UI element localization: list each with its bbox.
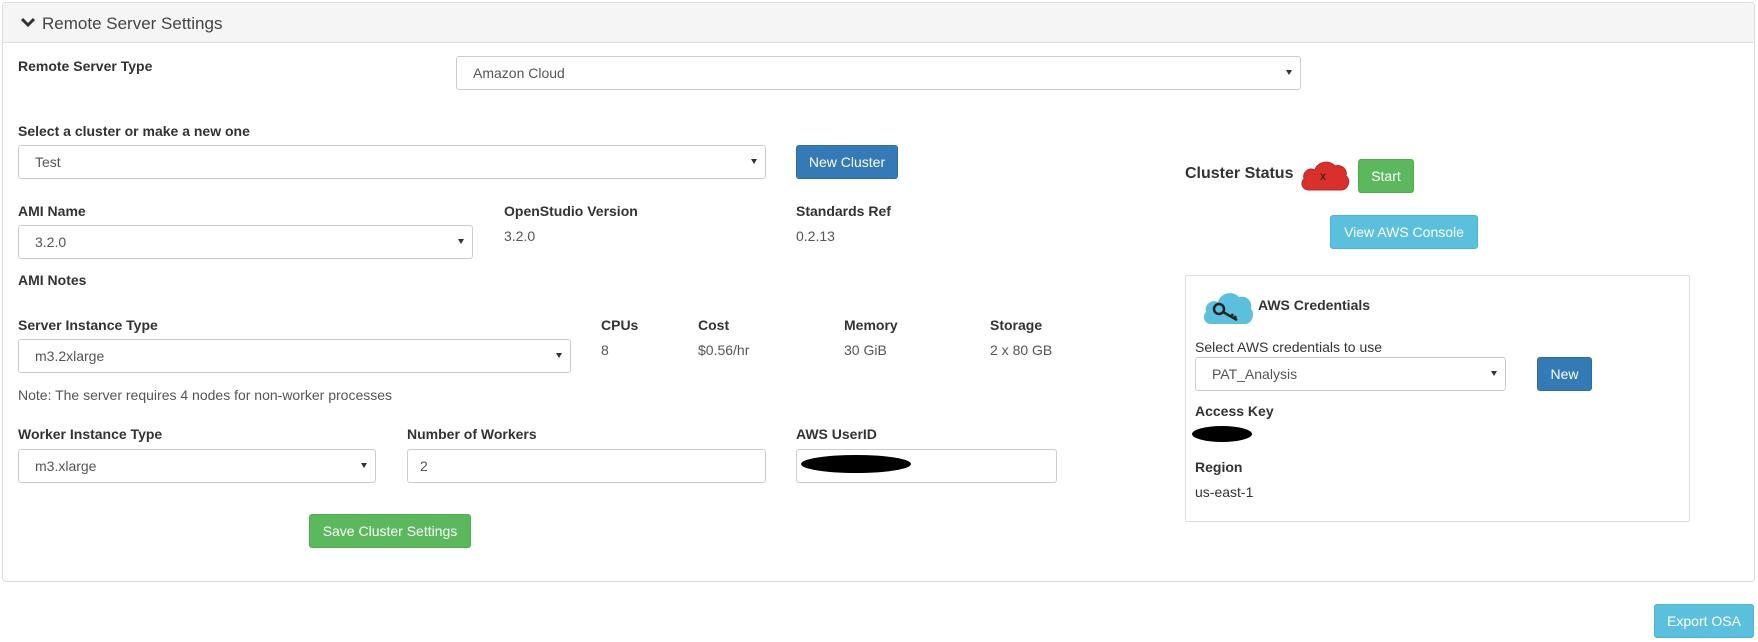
ami-notes-label: AMI Notes bbox=[18, 272, 87, 288]
number-of-workers-input[interactable]: 2 bbox=[407, 449, 766, 483]
server-note: Note: The server requires 4 nodes for no… bbox=[18, 387, 393, 403]
worker-instance-type-select[interactable]: m3.xlarge bbox=[18, 449, 376, 483]
region-value: us-east-1 bbox=[1195, 484, 1254, 500]
storage-label: Storage bbox=[990, 317, 1043, 333]
aws-credentials-select[interactable]: PAT_Analysis bbox=[1195, 357, 1506, 391]
view-aws-console-button[interactable]: View AWS Console bbox=[1330, 215, 1478, 249]
start-button[interactable]: Start bbox=[1358, 159, 1414, 193]
number-of-workers-label: Number of Workers bbox=[407, 426, 537, 442]
ami-name-label: AMI Name bbox=[18, 203, 86, 219]
standards-ref-value: 0.2.13 bbox=[796, 228, 835, 244]
chevron-down-icon bbox=[21, 17, 35, 28]
region-label: Region bbox=[1195, 459, 1243, 475]
server-instance-type-value: m3.2xlarge bbox=[35, 348, 105, 364]
cluster-select-label: Select a cluster or make a new one bbox=[18, 123, 250, 139]
status-icon-text: x bbox=[1320, 169, 1326, 183]
caret-down-icon bbox=[361, 463, 367, 468]
ami-name-value: 3.2.0 bbox=[35, 234, 67, 250]
openstudio-version-label: OpenStudio Version bbox=[504, 203, 638, 219]
storage-value: 2 x 80 GB bbox=[990, 342, 1053, 358]
remote-server-type-select[interactable]: Amazon Cloud bbox=[456, 56, 1301, 90]
memory-label: Memory bbox=[844, 317, 898, 333]
ami-name-select[interactable]: 3.2.0 bbox=[18, 225, 473, 259]
cloud-key-icon bbox=[1203, 293, 1253, 324]
caret-down-icon bbox=[1491, 371, 1497, 376]
redacted-access-key bbox=[1192, 426, 1252, 442]
cluster-status-label: Cluster Status bbox=[1185, 165, 1294, 182]
caret-down-icon bbox=[458, 239, 464, 244]
caret-down-icon bbox=[556, 353, 562, 358]
cost-label: Cost bbox=[698, 317, 730, 333]
cpus-value: 8 bbox=[601, 342, 609, 358]
redacted-userid bbox=[801, 455, 911, 473]
number-of-workers-value: 2 bbox=[420, 458, 428, 474]
access-key-label: Access Key bbox=[1195, 403, 1274, 419]
cluster-select-value: Test bbox=[35, 154, 61, 170]
standards-ref-label: Standards Ref bbox=[796, 203, 891, 219]
panel-heading[interactable]: Remote Server Settings bbox=[3, 3, 1754, 43]
credentials-select-label: Select AWS credentials to use bbox=[1195, 339, 1383, 355]
remote-server-type-value: Amazon Cloud bbox=[473, 65, 565, 81]
server-instance-type-select[interactable]: m3.2xlarge bbox=[18, 339, 571, 373]
server-instance-type-label: Server Instance Type bbox=[18, 317, 158, 333]
aws-userid-input[interactable] bbox=[796, 449, 1057, 483]
new-credentials-button[interactable]: New bbox=[1537, 357, 1592, 391]
worker-instance-type-label: Worker Instance Type bbox=[18, 426, 163, 442]
new-cluster-button[interactable]: New Cluster bbox=[796, 145, 898, 179]
cluster-select[interactable]: Test bbox=[18, 145, 766, 179]
caret-down-icon bbox=[751, 159, 757, 164]
memory-value: 30 GiB bbox=[844, 342, 887, 358]
remote-server-type-label: Remote Server Type bbox=[18, 58, 153, 74]
aws-credentials-value: PAT_Analysis bbox=[1212, 366, 1298, 382]
export-osa-button[interactable]: Export OSA bbox=[1654, 604, 1754, 638]
cpus-label: CPUs bbox=[601, 317, 639, 333]
worker-instance-type-value: m3.xlarge bbox=[35, 458, 97, 474]
openstudio-version-value: 3.2.0 bbox=[504, 228, 536, 244]
panel-title: Remote Server Settings bbox=[42, 14, 223, 33]
aws-credentials-title: AWS Credentials bbox=[1258, 297, 1371, 313]
cost-value: $0.56/hr bbox=[698, 342, 750, 358]
save-cluster-settings-button[interactable]: Save Cluster Settings bbox=[309, 514, 471, 548]
aws-userid-label: AWS UserID bbox=[796, 426, 877, 442]
caret-down-icon bbox=[1286, 70, 1292, 75]
